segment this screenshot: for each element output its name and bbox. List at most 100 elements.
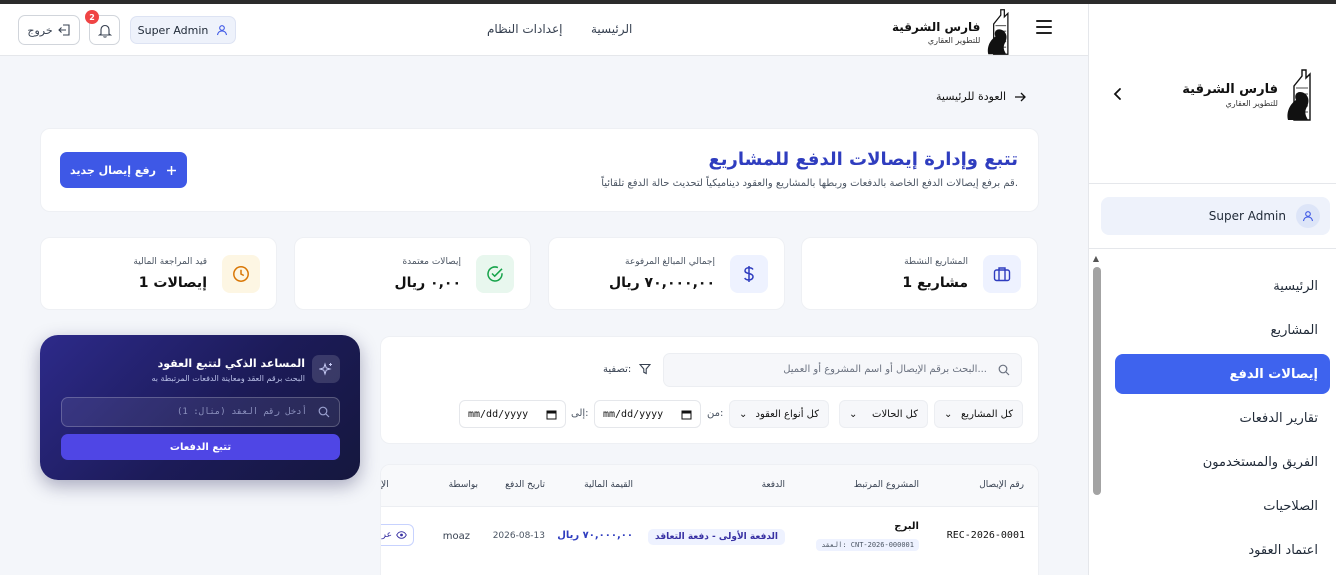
- sidebar-nav: الرئيسية المشاريع إيصالات الدفع تقارير ا…: [1115, 264, 1330, 572]
- project-name: البرج: [894, 521, 919, 532]
- divider: [1089, 248, 1336, 249]
- filters-card: البحث برقم الإيصال أو اسم المشروع أو الع…: [380, 336, 1039, 444]
- sidebar: فارس الشرقية للتطوير العقاري Super Admin…: [1088, 4, 1336, 575]
- view-receipt-button[interactable]: عرض: [381, 524, 414, 546]
- filter-label-text: تصفية:: [603, 363, 632, 375]
- column-header: الإ: [381, 480, 389, 490]
- collapse-sidebar-chevron-icon[interactable]: [1113, 86, 1123, 105]
- column-header: المشروع المرتبط: [853, 480, 919, 490]
- receipt-number: REC-2026-0001: [946, 530, 1025, 541]
- from-date-value: mm/dd/yyyy: [603, 408, 664, 420]
- sidebar-item-contract-approval[interactable]: اعتماد العقود: [1115, 528, 1330, 572]
- to-date-value: mm/dd/yyyy: [468, 408, 529, 420]
- receipts-table: رقم الإيصال المشروع المرتبط الدفعة القيم…: [380, 464, 1039, 575]
- upload-button-label: رفع إيصال جديد: [70, 163, 156, 177]
- logout-icon: [57, 24, 70, 36]
- contract-tracking-assistant: المساعد الذكي لتتبع العقود البحث برقم ال…: [40, 335, 360, 480]
- calendar-icon[interactable]: [681, 409, 692, 420]
- stat-value: ٧٠,٠٠٠,٠٠ ريال: [608, 275, 715, 291]
- nav-settings-link[interactable]: إعدادات النظام: [487, 22, 562, 36]
- stat-value: 1 إيصالات: [138, 275, 207, 291]
- search-icon: [318, 406, 330, 418]
- assistant-subtitle: البحث برقم العقد ومعاينة الدفعات المرتبط…: [151, 374, 306, 383]
- chevron-down-icon: ⌄: [739, 408, 748, 420]
- table-header: رقم الإيصال المشروع المرتبط الدفعة القيم…: [381, 465, 1038, 507]
- knight-logo-icon: [988, 9, 1009, 55]
- sidebar-item-team-users[interactable]: الفريق والمستخدمون: [1115, 440, 1330, 484]
- sidebar-item-projects[interactable]: المشاريع: [1115, 308, 1330, 352]
- sidebar-scrollbar[interactable]: ▲: [1091, 254, 1101, 575]
- check-circle-icon: [476, 255, 514, 293]
- sidebar-user-name: Super Admin: [1208, 209, 1286, 223]
- user-menu-button[interactable]: Super Admin: [130, 16, 236, 44]
- sidebar-item-payment-reports[interactable]: تقارير الدفعات: [1115, 396, 1330, 440]
- logout-label: خروج: [27, 23, 53, 37]
- projects-select[interactable]: ⌄ كل المشاريع: [934, 400, 1023, 428]
- contract-number-input[interactable]: أدخل رقم العقد (مثال: 1): [61, 397, 340, 427]
- calendar-icon[interactable]: [546, 409, 557, 420]
- status-select-value: كل الحالات: [872, 408, 918, 420]
- stat-label: إجمالي المبالغ المرفوعة: [625, 257, 715, 267]
- header-logo[interactable]: فارس الشرقية للتطوير العقاري: [892, 8, 1014, 56]
- sparkles-icon: [312, 355, 340, 383]
- column-header: رقم الإيصال: [979, 480, 1024, 490]
- user-name: Super Admin: [137, 23, 209, 37]
- sidebar-item-payment-receipts[interactable]: إيصالات الدفع: [1115, 354, 1330, 394]
- page-title: تتبع وإدارة إيصالات الدفع للمشاريع: [708, 149, 1018, 170]
- nav-home-link[interactable]: الرئيسية: [591, 22, 632, 36]
- arrow-right-icon: [1015, 92, 1026, 101]
- user-icon: [217, 25, 228, 36]
- uploaded-by: moaz: [442, 531, 470, 542]
- column-header: بواسطة: [448, 480, 478, 490]
- page-subtitle: قم برفع إيصالات الدفع الخاصة بالدفعات ور…: [601, 178, 1018, 189]
- payment-date: 2026-08-13: [492, 531, 545, 541]
- chevron-down-icon: ⌄: [944, 408, 953, 420]
- stat-value: 1 مشاريع: [902, 275, 968, 291]
- search-icon: [998, 364, 1010, 376]
- stat-card-approved-receipts: إيصالات معتمدة ٠,٠٠ ريال: [294, 237, 531, 310]
- contract-type-select-value: كل أنواع العقود: [755, 408, 820, 420]
- back-to-home-link[interactable]: العودة للرئيسية: [936, 90, 1026, 103]
- dollar-icon: [730, 255, 768, 293]
- stat-card-under-review: قيد المراجعة المالية 1 إيصالات: [40, 237, 277, 310]
- payment-badge: الدفعة الأولى - دفعة التعاقد: [648, 529, 785, 545]
- logout-button[interactable]: خروج: [18, 15, 80, 45]
- sidebar-user[interactable]: Super Admin: [1101, 197, 1330, 235]
- sidebar-item-permissions[interactable]: الصلاحيات: [1115, 484, 1330, 528]
- filter-icon: [639, 363, 652, 375]
- status-select[interactable]: ⌄ كل الحالات: [839, 400, 928, 428]
- from-date-input[interactable]: mm/dd/yyyy: [594, 400, 701, 428]
- contract-type-select[interactable]: ⌄ كل أنواع العقود: [729, 400, 829, 428]
- view-button-label: عرض: [381, 530, 392, 540]
- chevron-down-icon: ⌄: [849, 408, 858, 420]
- column-header: القيمة المالية: [584, 480, 633, 490]
- stat-card-active-projects: المشاريع النشطة 1 مشاريع: [801, 237, 1038, 310]
- notifications-button[interactable]: 2: [85, 10, 120, 45]
- briefcase-icon: [983, 255, 1021, 293]
- stat-label: إيصالات معتمدة: [402, 257, 461, 267]
- brand-tagline: للتطوير العقاري: [927, 35, 981, 45]
- scroll-up-arrow-icon[interactable]: ▲: [1091, 254, 1101, 263]
- stat-card-total-amount: إجمالي المبالغ المرفوعة ٧٠,٠٠٠,٠٠ ريال: [548, 237, 785, 310]
- search-input[interactable]: البحث برقم الإيصال أو اسم المشروع أو الع…: [663, 353, 1022, 387]
- amount-value: ٧٠,٠٠٠,٠٠ ريال: [557, 530, 633, 541]
- scrollbar-thumb[interactable]: [1093, 267, 1101, 495]
- top-header: فارس الشرقية للتطوير العقاري الرئيسية إع…: [0, 4, 1088, 56]
- upload-receipt-button[interactable]: رفع إيصال جديد: [60, 152, 187, 188]
- divider: [1089, 183, 1336, 184]
- from-label: من:: [707, 408, 724, 419]
- brand-name: فارس الشرقية: [1182, 82, 1278, 97]
- menu-icon[interactable]: [1036, 20, 1052, 38]
- sidebar-item-home[interactable]: الرئيسية: [1115, 264, 1330, 308]
- column-header: الدفعة: [761, 480, 785, 490]
- contract-input-placeholder: أدخل رقم العقد (مثال: 1): [176, 407, 307, 417]
- assistant-title: المساعد الذكي لتتبع العقود: [157, 357, 305, 370]
- back-link-label: العودة للرئيسية: [936, 90, 1007, 103]
- brand-tagline: للتطوير العقاري: [1225, 99, 1278, 108]
- clock-icon: [222, 255, 260, 293]
- user-icon: [1296, 204, 1320, 228]
- sidebar-logo[interactable]: فارس الشرقية للتطوير العقاري: [1182, 68, 1316, 122]
- track-payments-button[interactable]: تتبع الدفعات: [61, 434, 340, 460]
- to-date-input[interactable]: mm/dd/yyyy: [459, 400, 566, 428]
- stat-value: ٠,٠٠ ريال: [394, 275, 461, 291]
